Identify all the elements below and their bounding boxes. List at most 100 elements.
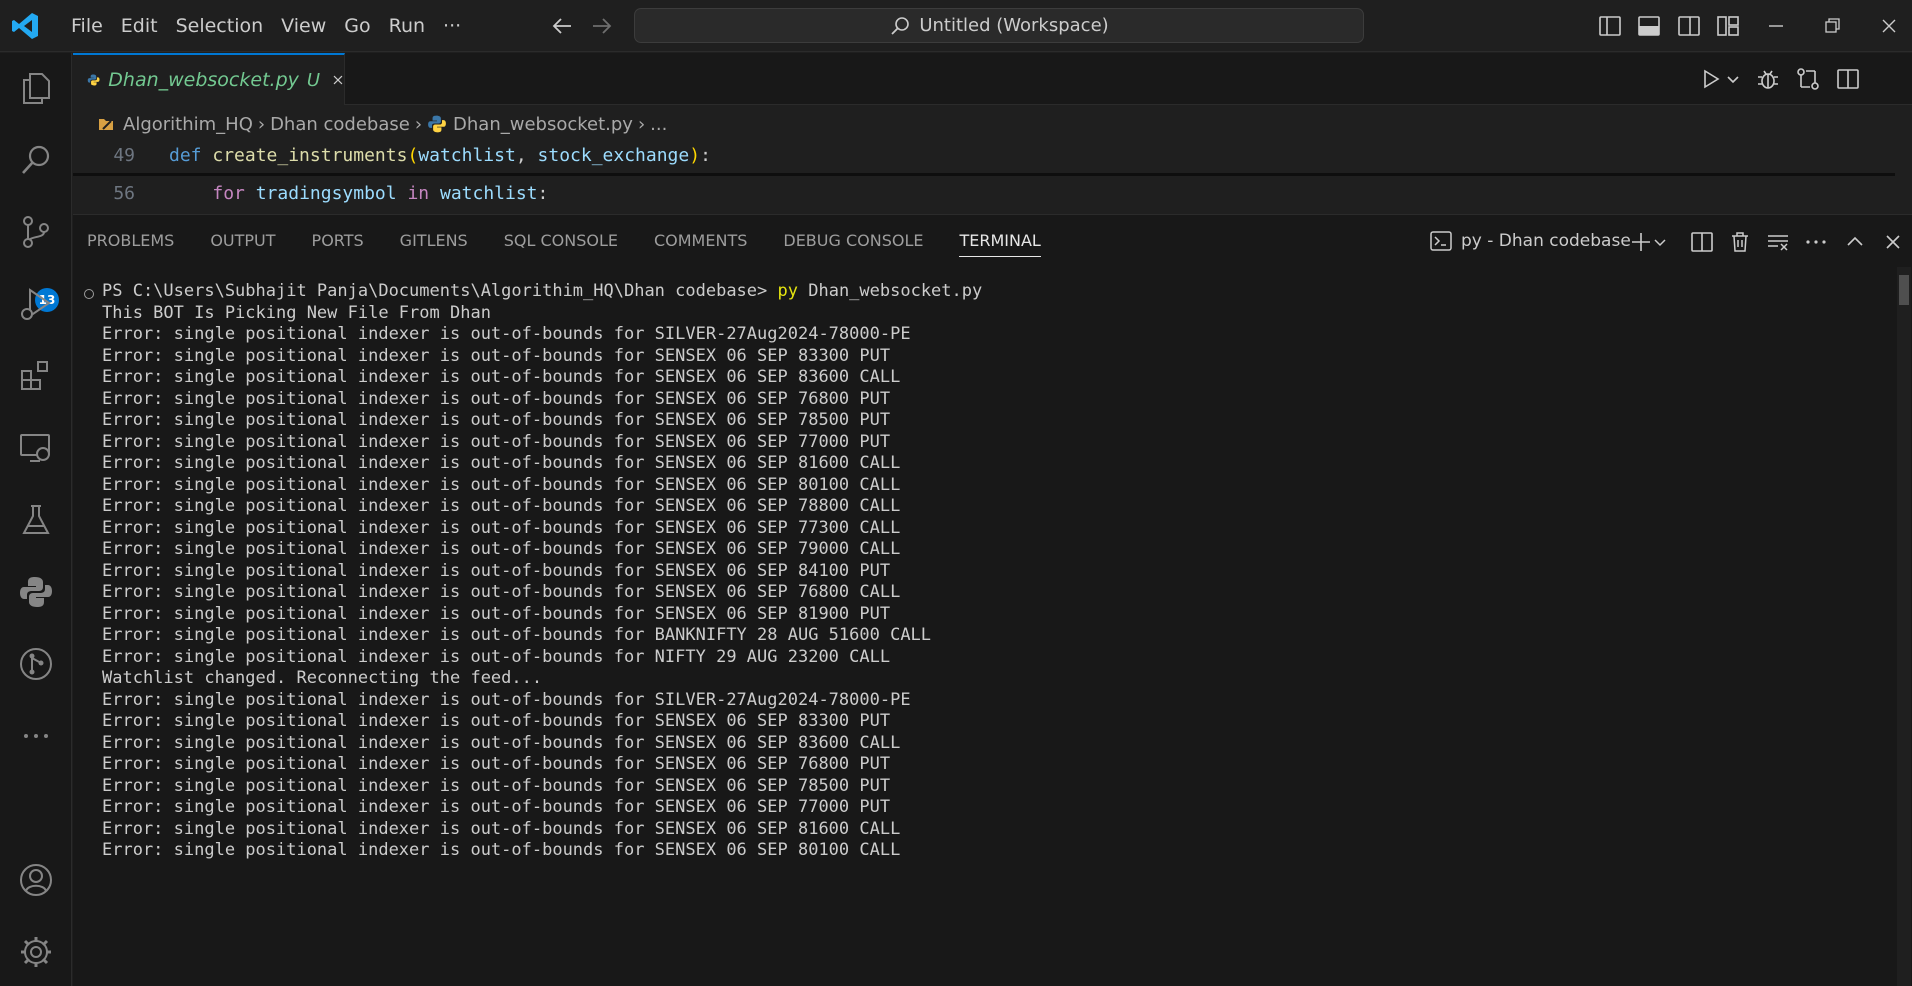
terminal-line: Error: single positional indexer is out-… xyxy=(102,689,911,710)
vscode-logo-icon[interactable] xyxy=(10,11,40,41)
close-icon[interactable] xyxy=(332,71,344,89)
menu-edit[interactable]: Edit xyxy=(112,9,167,43)
line-number: 56 xyxy=(113,183,135,204)
paren: ) xyxy=(689,145,701,166)
tab-debug-console[interactable]: DEBUG CONSOLE xyxy=(783,215,923,267)
terminal-line: Error: single positional indexer is out-… xyxy=(102,603,891,624)
menu-selection[interactable]: Selection xyxy=(167,9,273,43)
breadcrumb-folder[interactable]: Dhan codebase xyxy=(270,114,410,135)
close-icon[interactable] xyxy=(1877,14,1901,38)
terminal-selector[interactable]: py - Dhan codebase xyxy=(1429,229,1631,253)
maximize-chevron-up-icon[interactable] xyxy=(1843,230,1867,254)
chevron-right-icon: › xyxy=(414,113,423,135)
split-terminal-icon[interactable] xyxy=(1690,230,1714,254)
git-graph-icon[interactable] xyxy=(18,646,54,682)
toggle-sidebar-icon[interactable] xyxy=(1598,14,1622,38)
scrollbar-thumb[interactable] xyxy=(1899,275,1909,305)
terminal-line: Error: single positional indexer is out-… xyxy=(102,496,901,516)
terminal-line: Error: single positional indexer is out-… xyxy=(102,818,901,839)
accounts-icon[interactable] xyxy=(18,862,54,898)
python-icon[interactable] xyxy=(18,574,54,610)
run-icon[interactable] xyxy=(1699,67,1723,91)
menu-file[interactable]: File xyxy=(62,9,112,43)
panel-tab-bar: PROBLEMS OUTPUT PORTS GITLENS SQL CONSOL… xyxy=(87,215,1077,267)
chevron-down-icon[interactable] xyxy=(1725,67,1741,91)
menu-view[interactable]: View xyxy=(272,9,335,43)
terminal-line: Error: single positional indexer is out-… xyxy=(102,625,932,645)
breadcrumb-workspace[interactable]: Algorithim_HQ xyxy=(123,114,253,135)
close-panel-icon[interactable] xyxy=(1881,230,1905,254)
command-center[interactable]: Untitled (Workspace) xyxy=(634,8,1364,43)
clear-icon[interactable] xyxy=(1766,230,1790,254)
menu-more[interactable]: ··· xyxy=(434,9,470,43)
sticky-scroll-line[interactable]: 49 def create_instruments(watchlist, stoc… xyxy=(73,140,1895,172)
terminal-view[interactable]: PS C:\Users\Subhajit Panja\Documents\Alg… xyxy=(73,267,1912,986)
restore-icon[interactable] xyxy=(1820,14,1844,38)
run-debug-icon[interactable] xyxy=(18,286,54,322)
keyword: for xyxy=(212,183,245,204)
sticky-scroll-shadow xyxy=(73,173,1895,176)
terminal-scrollbar[interactable] xyxy=(1897,267,1911,986)
editor-tab-dhan-websocket[interactable]: Dhan_websocket.py U xyxy=(73,53,345,105)
tab-gitlens[interactable]: GITLENS xyxy=(400,215,468,267)
explorer-icon[interactable] xyxy=(18,70,54,106)
split-editor-icon[interactable] xyxy=(1836,67,1860,91)
variable: tradingsymbol xyxy=(255,183,397,204)
punct: : xyxy=(700,145,711,166)
toggle-secondary-sidebar-icon[interactable] xyxy=(1677,14,1701,38)
keyword: in xyxy=(407,183,430,204)
plus-icon[interactable] xyxy=(1629,230,1653,254)
remote-explorer-icon[interactable] xyxy=(18,430,54,466)
more-icon[interactable] xyxy=(1804,230,1828,254)
terminal-line: Error: single positional indexer is out-… xyxy=(102,711,891,731)
search-icon[interactable] xyxy=(18,142,54,178)
activity-bar: 13 xyxy=(0,53,72,986)
terminal-line: Watchlist changed. Reconnecting the feed… xyxy=(102,668,543,688)
source-control-icon[interactable] xyxy=(18,214,54,250)
editor-tab-bar: Dhan_websocket.py U xyxy=(73,53,1912,105)
debug-icon[interactable] xyxy=(1756,67,1780,91)
terminal-line: Error: single positional indexer is out-… xyxy=(102,754,891,774)
arrow-left-icon[interactable] xyxy=(549,13,575,39)
menu-run[interactable]: Run xyxy=(380,9,434,43)
customize-layout-icon[interactable] xyxy=(1716,14,1740,38)
terminal-line: Error: single positional indexer is out-… xyxy=(102,539,901,559)
terminal-name: py - Dhan codebase xyxy=(1461,231,1631,251)
tab-terminal[interactable]: TERMINAL xyxy=(959,215,1042,267)
toggle-panel-icon[interactable] xyxy=(1637,14,1661,38)
terminal-output: PS C:\Users\Subhajit Panja\Documents\Alg… xyxy=(102,281,982,862)
terminal-line: Error: single positional indexer is out-… xyxy=(102,345,891,366)
minimize-icon[interactable] xyxy=(1764,14,1788,38)
tab-comments[interactable]: COMMENTS xyxy=(654,215,747,267)
manage-gear-icon[interactable] xyxy=(18,934,54,970)
tab-problems[interactable]: PROBLEMS xyxy=(87,215,174,267)
chevron-right-icon: › xyxy=(637,113,646,135)
chevron-down-icon[interactable] xyxy=(1653,230,1667,254)
extensions-icon[interactable] xyxy=(18,358,54,394)
tab-output[interactable]: OUTPUT xyxy=(210,215,275,267)
command-decoration-icon[interactable] xyxy=(84,289,94,299)
folder-icon xyxy=(99,119,113,130)
terminal-icon xyxy=(1430,231,1452,251)
breadcrumb-symbol[interactable]: ... xyxy=(650,114,667,135)
tab-ports[interactable]: PORTS xyxy=(312,215,364,267)
code-line[interactable]: 56 for tradingsymbol in watchlist: xyxy=(73,178,1895,210)
function-name: create_instruments xyxy=(212,145,408,166)
tab-sql-console[interactable]: SQL CONSOLE xyxy=(504,215,618,267)
terminal-line: Error: single positional indexer is out-… xyxy=(102,324,911,344)
param: stock_exchange xyxy=(537,145,690,166)
more-icon[interactable] xyxy=(18,718,54,754)
breadcrumb-file[interactable]: Dhan_websocket.py xyxy=(453,114,633,135)
terminal-line: Error: single positional indexer is out-… xyxy=(102,431,891,452)
testing-icon[interactable] xyxy=(18,502,54,538)
arrow-right-icon[interactable] xyxy=(589,13,615,39)
menu-go[interactable]: Go xyxy=(335,9,379,43)
terminal-line: Error: single positional indexer is out-… xyxy=(102,474,901,495)
trash-icon[interactable] xyxy=(1728,230,1752,254)
terminal-prompt: PS C:\Users\Subhajit Panja\Documents\Alg… xyxy=(102,281,778,301)
compare-changes-icon[interactable] xyxy=(1796,67,1820,91)
code-editor[interactable]: 49 def create_instruments(watchlist, stoc… xyxy=(73,140,1895,214)
terminal-line: This BOT Is Picking New File From Dhan xyxy=(102,302,491,323)
menu-bar: File Edit Selection View Go Run ··· xyxy=(62,0,470,52)
tab-git-status: U xyxy=(306,69,321,91)
